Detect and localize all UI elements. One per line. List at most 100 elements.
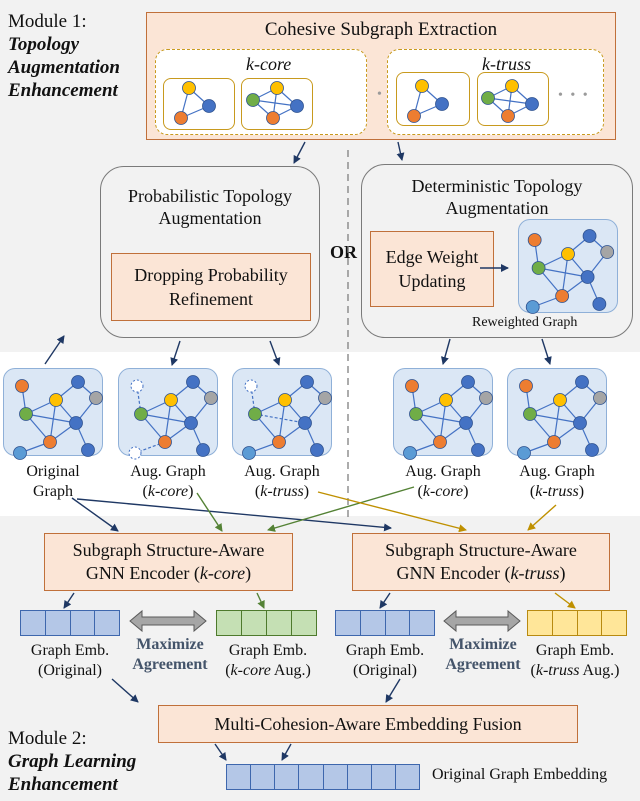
embedding-original-left — [20, 610, 120, 636]
embedding-k-truss-aug — [527, 610, 627, 636]
caption-line2: (Original) — [353, 662, 417, 679]
k-truss-ellipsis: • • • — [558, 88, 590, 103]
embedding-cell — [242, 611, 267, 635]
encoder-line2-prefix: GNN Encoder ( — [85, 563, 200, 583]
caption-italic: k-core — [147, 483, 189, 500]
embedding-cell — [371, 765, 396, 789]
caption-suffix: Aug.) — [579, 662, 620, 679]
embedding-cell — [528, 611, 553, 635]
embedding-cell — [95, 611, 119, 635]
edge-weight-line1: Edge Weight — [385, 247, 479, 267]
embedding-caption-original-left: Graph Emb. (Original) — [10, 641, 130, 681]
caption-line2: Graph — [33, 483, 73, 500]
embedding-cell — [299, 765, 324, 789]
caption-line2: (k-truss) — [254, 483, 310, 500]
embedding-cell — [275, 765, 300, 789]
graph-caption-det-k-core: Aug. Graph (k-core) — [388, 462, 498, 502]
k-truss-subgraph-1 — [396, 72, 470, 126]
embedding-cell — [292, 611, 316, 635]
reweighted-graph-caption: Reweighted Graph — [472, 315, 578, 330]
caption-line2: (Original) — [38, 662, 102, 679]
embedding-cell — [323, 765, 348, 789]
edge-weight-line2: Updating — [398, 271, 466, 291]
embedding-cell — [45, 611, 71, 635]
embedding-cell — [251, 765, 276, 789]
module1-prefix: Module 1: — [8, 11, 87, 32]
k-truss-group: k-truss • • • — [387, 49, 604, 135]
deterministic-augmentation-box: Deterministic Topology Augmentation Edge… — [361, 164, 633, 338]
arrow-encoder-k-truss-to-original-emb — [379, 592, 391, 609]
fusion-title: Multi-Cohesion-Aware Embedding Fusion — [214, 713, 522, 734]
k-core-subgraph-2 — [241, 78, 313, 130]
embedding-cell — [347, 765, 372, 789]
arrow-fusion-to-final-left — [214, 743, 227, 761]
embedding-cell — [227, 765, 252, 789]
module2-label: Module 2: Graph Learning Enhancement — [8, 727, 136, 796]
or-label: OR — [330, 242, 357, 262]
probabilistic-title: Probabilistic Topology Augmentation — [101, 185, 319, 229]
double-arrow-icon — [443, 609, 521, 633]
embedding-cell — [217, 611, 242, 635]
probabilistic-title-line1: Probabilistic Topology — [128, 186, 292, 206]
module2-prefix: Module 2: — [8, 728, 87, 749]
caption-suffix: Aug.) — [270, 662, 311, 679]
caption-italic: k-core — [230, 662, 271, 679]
embedding-cell — [552, 611, 578, 635]
embedding-cell — [385, 611, 411, 635]
maximize-agreement-left: Maximize Agreement — [125, 635, 215, 675]
deterministic-title-line1: Deterministic Topology — [411, 176, 583, 196]
caption-italic: k-truss — [260, 483, 304, 500]
maximize-agreement-right: Maximize Agreement — [438, 635, 528, 675]
module1-title-line1: Topology — [8, 34, 80, 55]
extraction-title: Cohesive Subgraph Extraction — [264, 19, 498, 40]
reweighted-graph-box — [518, 219, 618, 313]
cohesive-subgraph-extraction-box: Cohesive Subgraph Extraction k-core • • … — [146, 12, 616, 140]
embedding-caption-k-core: Graph Emb. (k-core Aug.) — [206, 641, 330, 681]
encoder-line2: GNN Encoder (k-truss) — [397, 562, 566, 585]
arrow-encoder-k-core-to-aug-emb — [256, 592, 265, 609]
graph-caption-k-truss: Aug. Graph (k-truss) — [227, 462, 337, 502]
caption-line1: Graph Emb. — [345, 642, 425, 659]
arrow-encoder-k-truss-to-aug-emb — [554, 592, 576, 609]
dropping-line1: Dropping Probability — [134, 265, 288, 285]
embedding-cell — [577, 611, 603, 635]
module1-title-line3: Enhancement — [8, 80, 118, 101]
k-truss-subgraph-2 — [477, 72, 549, 126]
encoder-line2: GNN Encoder (k-core) — [86, 562, 251, 585]
edge-weight-updating-box: Edge Weight Updating — [370, 231, 494, 307]
aug-graph-k-truss-box — [232, 368, 332, 456]
dropping-line2: Refinement — [169, 289, 253, 309]
arrow-original-emb-to-fusion — [111, 678, 139, 703]
probabilistic-title-line2: Augmentation — [158, 208, 262, 228]
embedding-cell — [21, 611, 46, 635]
caption-italic: k-truss — [535, 662, 580, 679]
graph-caption-original: Original Graph — [3, 462, 103, 502]
original-graph-box — [3, 368, 103, 456]
caption-line2: (k-core) — [417, 483, 469, 500]
caption-line2: (k-core) — [142, 483, 194, 500]
encoder-line2-italic: k-core — [199, 563, 246, 583]
deterministic-title: Deterministic Topology Augmentation — [362, 175, 632, 219]
caption-line1: Original — [26, 463, 80, 480]
arrow-original-emb-right-to-fusion — [385, 678, 401, 703]
caption-line1: Graph Emb. — [535, 642, 615, 659]
maximize-line1: Maximize — [136, 636, 204, 653]
encoder-line1: Subgraph Structure-Aware — [385, 540, 577, 560]
graph-caption-k-core: Aug. Graph (k-core) — [113, 462, 223, 502]
encoder-line2-suffix: ) — [245, 563, 252, 583]
multi-cohesion-fusion-box: Multi-Cohesion-Aware Embedding Fusion — [158, 705, 578, 743]
k-core-group: k-core — [155, 49, 367, 135]
encoder-line1: Subgraph Structure-Aware — [72, 540, 265, 560]
caption-line1: Aug. Graph — [130, 463, 206, 480]
embedding-cell — [360, 611, 386, 635]
module2-title-line1: Graph Learning — [8, 751, 137, 772]
arrow-fusion-to-final-right — [281, 743, 292, 761]
embedding-caption-original-right: Graph Emb. (Original) — [325, 641, 445, 681]
det-aug-graph-k-core-box — [393, 368, 493, 456]
embedding-caption-k-truss: Graph Emb. (k-truss Aug.) — [510, 641, 640, 681]
embedding-cell — [410, 611, 434, 635]
embedding-k-core-aug — [216, 610, 317, 636]
encoder-line2-prefix: GNN Encoder ( — [396, 563, 511, 583]
deterministic-title-line2: Augmentation — [445, 198, 549, 218]
k-core-subgraph-1 — [163, 78, 235, 130]
